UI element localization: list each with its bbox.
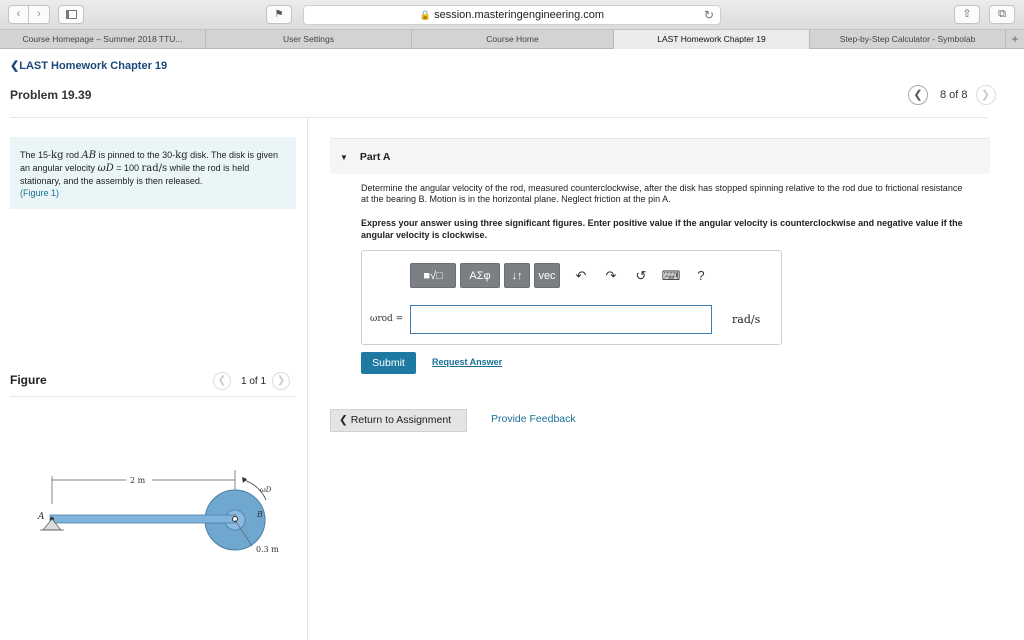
chevron-left-icon: ❮ [339, 414, 351, 426]
previous-problem-button[interactable]: ❮ [908, 85, 928, 105]
part-label: Part A [359, 151, 391, 163]
help-icon[interactable]: ? [688, 268, 714, 283]
dim-label-2m: 2 m [130, 476, 146, 485]
next-problem-button[interactable]: ❯ [975, 85, 996, 105]
part-a-header[interactable]: ▼ Part A [330, 138, 990, 174]
tab-course-home[interactable]: Course Home [412, 30, 614, 49]
label-a: A [37, 512, 45, 522]
problem-text: rod [63, 150, 82, 160]
url-text: session.masteringengineering.com [434, 9, 605, 21]
templates-button[interactable]: ■√□ [410, 263, 456, 288]
header-divider [10, 117, 988, 118]
address-bar[interactable]: 🔒 session.masteringengineering.com ↻ [303, 5, 721, 25]
question-text: Determine the angular velocity of the ro… [361, 183, 963, 204]
symbols-button[interactable]: ΑΣφ [460, 263, 500, 288]
figure-pager-text: 1 of 1 [241, 375, 267, 387]
history-buttons: ‹ › [8, 5, 50, 24]
rod-disk-figure: 2 m A B ωD 0.3 m [37, 470, 279, 554]
problem-text: The 15- [20, 150, 52, 160]
tab-symbolab[interactable]: Step-by-Step Calculator - Symbolab [810, 30, 1006, 49]
answer-variable-label: ωrod = [370, 314, 404, 324]
reload-icon[interactable]: ↻ [704, 6, 714, 24]
submit-button[interactable]: Submit [361, 352, 416, 374]
problem-pager: ❮ 8 of 8 ❯ [908, 85, 996, 105]
rod [49, 514, 237, 524]
browser-toolbar: ‹ › ⚑ 🔒 session.masteringengineering.com … [0, 0, 1024, 30]
next-figure-button[interactable]: ❯ [272, 372, 291, 390]
tab-bar: Course Homepage – Summer 2018 TTU... Use… [0, 30, 1024, 49]
problem-text: is pinned to the 30- [96, 150, 176, 160]
arrows-button[interactable]: ↓↑ [504, 263, 530, 288]
answer-unit: rad/s [732, 313, 761, 326]
extension-icon[interactable]: ⚑ [266, 5, 292, 24]
sidebar-toggle-button[interactable] [58, 5, 84, 24]
figure-pager: ❮ 1 of 1 ❯ [213, 372, 291, 390]
label-b: B [256, 510, 263, 519]
rod-label: AB [81, 150, 97, 161]
tabs-overview-button[interactable]: ⧉ [989, 5, 1015, 24]
tab-course-homepage[interactable]: Course Homepage – Summer 2018 TTU... [0, 30, 206, 49]
unit-rads: rad/s [141, 163, 168, 174]
unit-kg: kg [51, 150, 64, 161]
dim-label-radius: 0.3 m [256, 545, 279, 554]
problem-statement: The 15-kg rod AB is pinned to the 30-kg … [10, 137, 296, 209]
provide-feedback-link[interactable]: Provide Feedback [491, 413, 576, 425]
figure-link[interactable]: (Figure 1) [20, 188, 59, 198]
figure-divider [10, 396, 296, 397]
collapse-triangle-icon: ▼ [340, 153, 348, 162]
breadcrumb[interactable]: ❮LAST Homework Chapter 19 [10, 59, 167, 72]
problem-pager-text: 8 of 8 [940, 89, 968, 101]
figure-heading: Figure [10, 373, 47, 387]
tab-last-homework[interactable]: LAST Homework Chapter 19 [614, 30, 810, 49]
page-title: Problem 19.39 [10, 88, 92, 102]
forward-button[interactable]: › [29, 5, 50, 24]
answer-instruction: Express your answer using three signific… [361, 218, 963, 240]
sidebar-icon [66, 10, 77, 19]
unit-kg: kg [175, 150, 188, 161]
vector-button[interactable]: vec [534, 263, 560, 288]
column-divider [307, 117, 308, 640]
chevron-left-icon: ❮ [10, 60, 20, 72]
keyboard-icon[interactable]: ⌨ [658, 268, 684, 284]
previous-figure-button[interactable]: ❮ [213, 372, 231, 390]
tab-user-settings[interactable]: User Settings [206, 30, 412, 49]
omega-arrowhead [242, 477, 247, 483]
request-answer-link[interactable]: Request Answer [432, 357, 502, 367]
back-button[interactable]: ‹ [8, 5, 29, 24]
undo-icon[interactable]: ↶ [568, 268, 594, 284]
bearing-b [232, 516, 238, 522]
label-omega: ωD [260, 486, 272, 494]
problem-text: = 100 [113, 163, 142, 173]
math-toolbar: ■√□ ΑΣφ ↓↑ vec ↶ ↷ ↺ ⌨ ? [410, 263, 714, 288]
lock-icon: 🔒 [419, 10, 432, 20]
return-to-assignment-button[interactable]: ❮ Return to Assignment [330, 409, 467, 432]
omega-symbol: ωD [97, 163, 114, 174]
reset-icon[interactable]: ↺ [628, 268, 654, 284]
share-button[interactable]: ⇧ [954, 5, 980, 24]
answer-input[interactable] [410, 305, 712, 334]
new-tab-button[interactable]: + [1006, 30, 1024, 48]
redo-icon[interactable]: ↷ [598, 268, 624, 284]
